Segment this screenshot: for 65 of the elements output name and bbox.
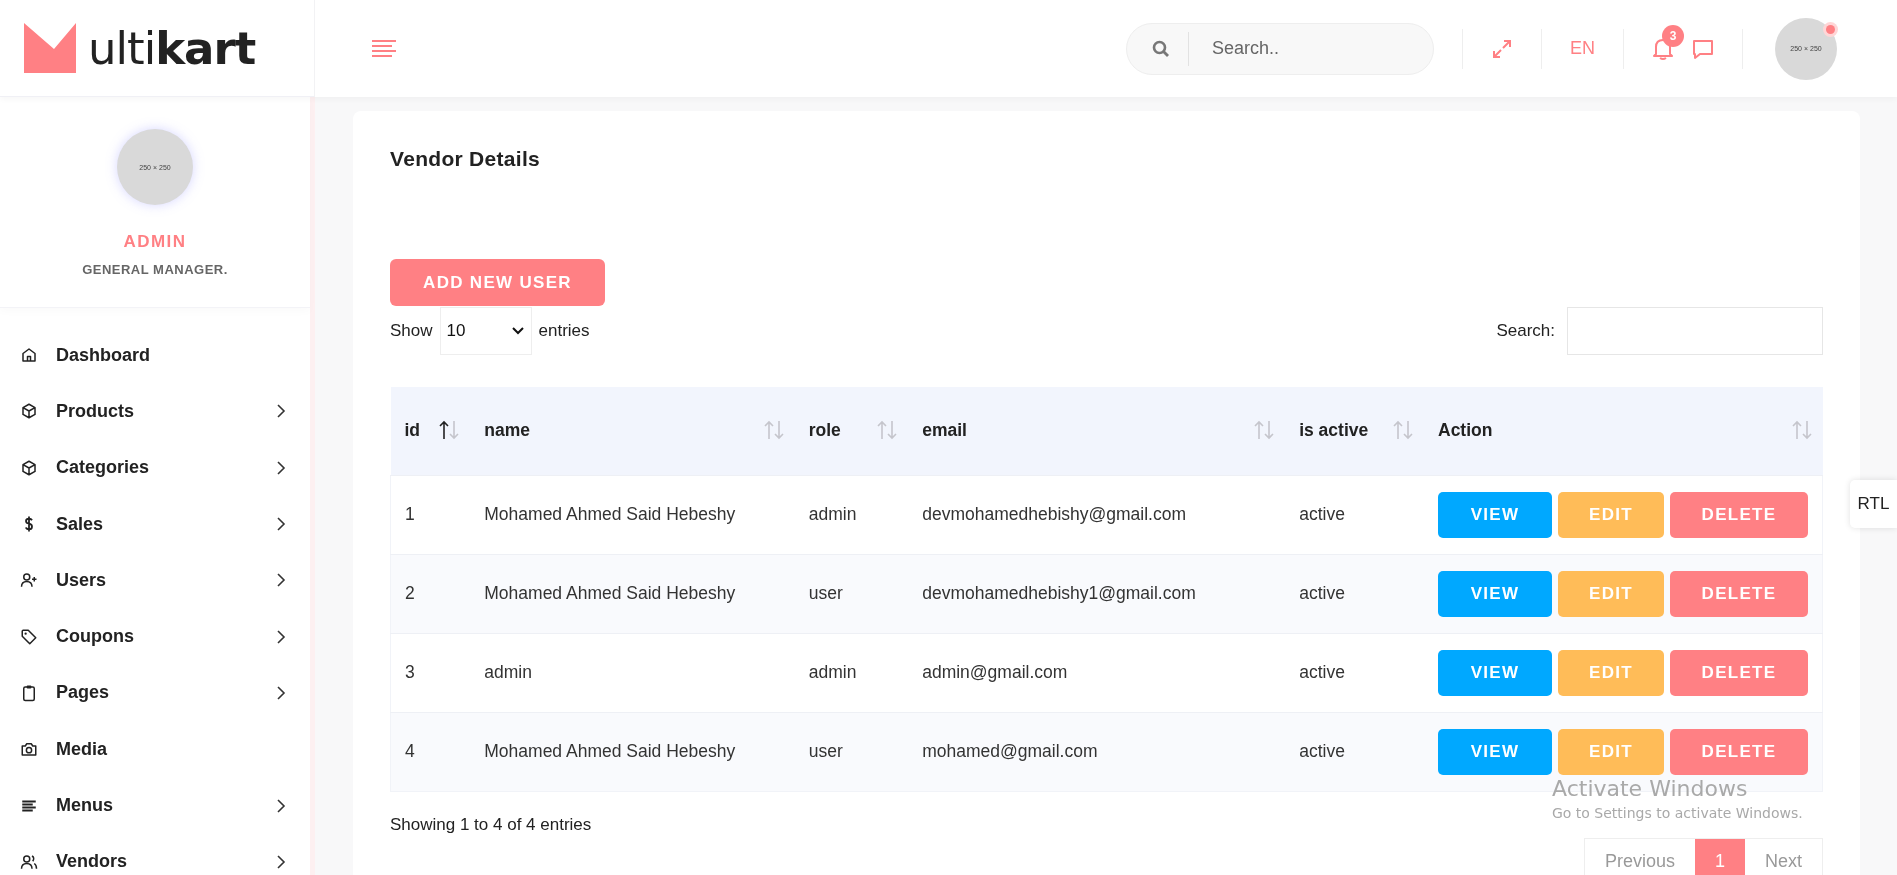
table-cell: 1 [405, 504, 415, 524]
search-icon [1152, 39, 1170, 58]
activation-title: Activate Windows [1552, 776, 1749, 801]
profile-name: ADMIN [123, 232, 187, 252]
table-cell: devmohamedhebishy1@gmail.com [922, 583, 1196, 603]
table-cell: admin [808, 662, 857, 682]
tag-icon [20, 627, 38, 646]
column-header[interactable]: is active [1299, 420, 1369, 441]
rtl-toggle[interactable]: RTL [1850, 480, 1897, 528]
table-cell: active [1299, 741, 1345, 761]
entries-select[interactable]: 10 [439, 307, 532, 355]
table-cell: admin@gmail.com [922, 662, 1068, 682]
table-cell: user [808, 741, 843, 761]
expand-icon[interactable] [1491, 37, 1513, 60]
table-cell: active [1299, 583, 1345, 603]
caret-icon [511, 327, 524, 335]
table-cell: active [1299, 662, 1345, 682]
sidebar-item[interactable]: Media [0, 721, 310, 778]
cube-icon [20, 402, 38, 421]
profile-role: GENERAL MANAGER. [82, 262, 228, 277]
table-cell: Mohamed Ahmed Said Hebeshy [484, 583, 736, 603]
activation-text: Go to Settings to activate Windows. [1552, 805, 1803, 821]
sidebar-item[interactable]: Vendors [0, 833, 310, 875]
users-icon [20, 852, 38, 871]
user-plus-icon [20, 571, 38, 590]
sidebar-item[interactable]: Menus [0, 777, 310, 834]
column-header[interactable]: name [484, 420, 530, 441]
menu-icon[interactable] [370, 38, 398, 59]
table-cell: 2 [405, 583, 415, 603]
table-cell: user [808, 583, 843, 603]
camera-icon [20, 740, 38, 759]
logo-text[interactable]: ultikart [88, 21, 256, 75]
table-info: Showing 1 to 4 of 4 entries [390, 814, 592, 835]
table-cell: 4 [405, 741, 415, 761]
sidebar-item[interactable]: Sales [0, 495, 310, 553]
clipboard-icon [20, 683, 38, 702]
table-cell: mohamed@gmail.com [922, 741, 1098, 761]
table-cell: devmohamedhebishy@gmail.com [922, 504, 1187, 524]
table-cell: 3 [405, 662, 415, 682]
home-icon [20, 346, 38, 365]
table-cell: admin [808, 504, 857, 524]
table-cell: active [1299, 504, 1345, 524]
notification-badge: 3 [1662, 24, 1684, 47]
column-header[interactable]: role [808, 420, 841, 441]
sidebar-item[interactable]: Coupons [0, 608, 310, 665]
search-field[interactable]: Search.. [1126, 22, 1434, 75]
chat-icon[interactable] [1692, 37, 1714, 60]
table-search-field[interactable] [1567, 307, 1823, 355]
search-label: Search: [1496, 321, 1555, 341]
sidebar-item[interactable]: Dashboard [0, 327, 310, 384]
sidebar-item[interactable]: Products [0, 383, 310, 440]
sort-icon[interactable] [438, 419, 461, 441]
entries-label: entries [538, 321, 590, 341]
show-label: Show [390, 321, 433, 341]
sidebar-item[interactable]: Pages [0, 664, 310, 722]
sidebar-item[interactable]: Users [0, 552, 310, 609]
table-cell: Mohamed Ahmed Said Hebeshy [484, 504, 736, 524]
sidebar-item[interactable]: Categories [0, 439, 310, 496]
column-header[interactable]: Action [1438, 420, 1493, 441]
column-header[interactable]: email [922, 420, 967, 441]
cube-icon [20, 458, 38, 477]
table-cell: Mohamed Ahmed Said Hebeshy [484, 741, 736, 761]
column-header[interactable]: id [404, 420, 421, 441]
table-cell: admin [484, 662, 532, 682]
card-title: Vendor Details [390, 147, 542, 171]
